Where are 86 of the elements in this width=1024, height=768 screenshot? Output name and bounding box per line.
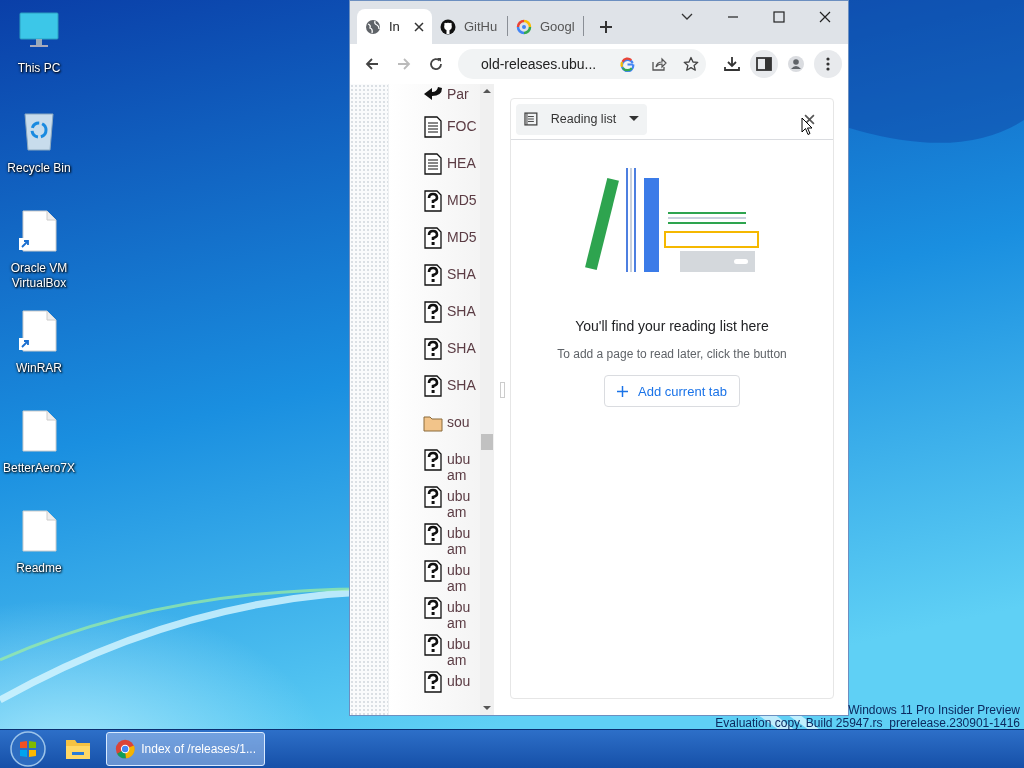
file-link[interactable]: FOC (447, 118, 477, 134)
list-icon (524, 112, 538, 126)
side-panel-icon (755, 55, 773, 73)
dropdown-arrow-icon (629, 116, 639, 122)
file-link[interactable]: ubu am (447, 525, 471, 557)
url-text: old-releases.ubu... (481, 56, 597, 72)
unknown-file-icon[interactable] (423, 301, 443, 323)
file-link[interactable]: SHA (447, 266, 476, 282)
file-link[interactable]: ubu am (447, 636, 471, 668)
scrollbar[interactable] (480, 84, 494, 715)
empty-state-title: You'll find your reading list here (575, 318, 769, 334)
lens-logo-icon (516, 18, 532, 35)
icon-label: WinRAR (16, 361, 62, 376)
unknown-file-icon[interactable] (423, 190, 443, 212)
plus-icon (599, 19, 613, 34)
back-arrow-icon (364, 56, 380, 72)
file-icon[interactable] (19, 410, 59, 452)
scroll-up-icon[interactable] (483, 88, 491, 94)
icon-label: Recycle Bin (7, 161, 71, 176)
file-link[interactable]: SHA (447, 377, 476, 393)
side-panel-button[interactable] (750, 50, 778, 78)
cat-logo-icon (440, 18, 456, 35)
file-icon[interactable] (19, 310, 59, 352)
file-link[interactable]: MD5 (447, 192, 477, 208)
windows-orb-icon (10, 731, 46, 767)
menu-button[interactable] (814, 50, 842, 78)
icon-label: BetterAero7X (2, 461, 75, 476)
close-icon[interactable] (414, 21, 424, 32)
icon-label: Readme (16, 561, 62, 576)
file-link[interactable]: MD5 (447, 229, 477, 245)
chrome-logo-icon (115, 737, 136, 761)
browser-tab[interactable]: GitHu (432, 9, 507, 44)
close-icon (819, 11, 831, 23)
file-icon[interactable] (19, 210, 59, 252)
empty-state-hint: To add a page to read later, click the button (557, 347, 787, 361)
unknown-file-icon[interactable] (423, 227, 443, 249)
text-file-icon[interactable] (423, 116, 443, 138)
menu-icon (826, 57, 830, 71)
file-link[interactable]: ubu am (447, 562, 471, 594)
file-link[interactable]: HEA (447, 155, 476, 171)
globe-icon (365, 18, 381, 35)
close-icon[interactable] (804, 113, 815, 125)
file-link[interactable]: SHA (447, 303, 476, 319)
unknown-file-icon[interactable] (423, 375, 443, 397)
unknown-file-icon[interactable] (423, 671, 443, 693)
unknown-file-icon[interactable] (423, 597, 443, 619)
icon-label: This PC (17, 61, 61, 76)
file-link[interactable]: Par (447, 86, 469, 102)
plus-icon (617, 385, 629, 397)
icon-label: Oracle VM VirtualBox (9, 261, 69, 291)
google-logo-icon[interactable] (620, 56, 636, 72)
file-link[interactable]: ubu am (447, 451, 471, 483)
file-link[interactable]: ubu (447, 673, 471, 689)
scroll-thumb[interactable] (481, 434, 493, 450)
panel-selector[interactable]: Reading list (516, 103, 647, 135)
chevron-down-icon (681, 13, 693, 21)
avatar-icon (787, 55, 805, 73)
address-bar[interactable]: old-releases.ubu... (458, 49, 706, 79)
share-icon[interactable] (651, 56, 668, 72)
file-link[interactable]: SHA (447, 340, 476, 356)
add-current-tab-button[interactable]: Add current tab (604, 375, 740, 407)
folder-icon (65, 738, 91, 760)
unknown-file-icon[interactable] (423, 560, 443, 582)
unknown-file-icon[interactable] (423, 634, 443, 656)
browser-tab[interactable]: In (357, 9, 432, 44)
text-file-icon[interactable] (423, 153, 443, 175)
unknown-file-icon[interactable] (423, 523, 443, 545)
forward-arrow-icon (396, 56, 412, 72)
browser-tab[interactable]: Googl (508, 9, 583, 44)
file-link[interactable]: sou (447, 414, 470, 430)
unknown-file-icon[interactable] (423, 338, 443, 360)
unknown-file-icon[interactable] (423, 486, 443, 508)
maximize-icon (773, 11, 785, 23)
start-button[interactable] (10, 731, 46, 767)
file-icon[interactable] (19, 510, 59, 552)
unknown-file-icon[interactable] (423, 449, 443, 471)
watermark-text: Windows 11 Pro Insider Preview (848, 704, 1020, 717)
download-icon (723, 55, 741, 73)
star-icon[interactable] (683, 56, 700, 72)
reload-icon (428, 56, 444, 72)
mouse-pointer-icon (801, 117, 813, 136)
file-link[interactable]: ubu am (447, 599, 471, 631)
unknown-file-icon[interactable] (423, 264, 443, 286)
scroll-down-icon[interactable] (483, 705, 491, 711)
resize-handle[interactable] (499, 381, 505, 398)
file-link[interactable]: ubu am (447, 488, 471, 520)
